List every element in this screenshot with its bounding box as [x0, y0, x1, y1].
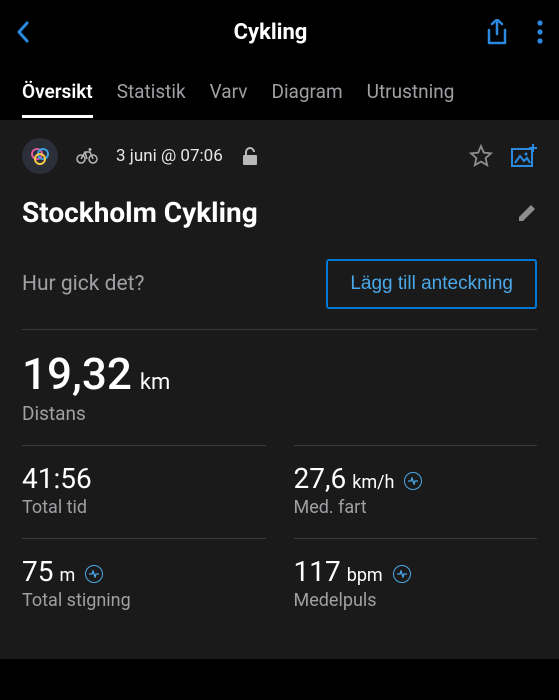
info-badge[interactable] [393, 565, 411, 583]
hero-stat: 19,32 km Distans [22, 348, 537, 425]
pulse-icon [408, 477, 418, 485]
tab-varv[interactable]: Varv [210, 66, 248, 117]
distance-value: 19,32 [22, 348, 132, 400]
header-actions [485, 19, 543, 45]
tab-statistik[interactable]: Statistik [117, 66, 186, 117]
tab-utrustning[interactable]: Utrustning [367, 66, 455, 117]
stat-grid: 41:56 Total tid 27,6 km/h Med. fart 75 m… [22, 445, 537, 631]
info-badge[interactable] [85, 565, 103, 583]
stat-unit: bpm [347, 565, 383, 586]
stat-elevation: 75 m Total stigning [22, 538, 266, 631]
stat-total-time: 41:56 Total tid [22, 445, 266, 538]
star-icon [469, 144, 493, 168]
share-button[interactable] [485, 19, 509, 45]
privacy-button[interactable] [241, 146, 259, 166]
hero-value: 19,32 km [22, 348, 537, 400]
stat-avg-hr: 117 bpm Medelpuls [294, 538, 538, 631]
activity-date: 3 juni @ 07:06 [116, 146, 223, 166]
page-title: Cykling [56, 20, 485, 45]
overview-panel: 3 juni @ 07:06 Stockholm Cykling [0, 120, 559, 659]
activity-rings-badge[interactable] [22, 138, 58, 174]
meta-row: 3 juni @ 07:06 [22, 138, 537, 174]
note-prompt: Hur gick det? [22, 272, 144, 296]
back-button[interactable] [16, 20, 56, 44]
stat-value: 117 [294, 555, 341, 588]
edit-title-button[interactable] [517, 203, 537, 223]
stat-label: Total tid [22, 497, 266, 518]
stat-label: Total stigning [22, 590, 266, 611]
tabs: Översikt Statistik Varv Diagram Utrustni… [0, 64, 559, 120]
pulse-icon [397, 570, 407, 578]
stat-label: Med. fart [294, 497, 538, 518]
pencil-icon [517, 203, 537, 223]
stat-value: 27,6 [294, 462, 347, 495]
stat-value: 75 [22, 555, 53, 588]
distance-label: Distans [22, 402, 537, 425]
more-button[interactable] [537, 20, 543, 44]
add-note-button[interactable]: Lägg till anteckning [326, 259, 537, 309]
title-row: Stockholm Cykling [22, 196, 537, 229]
stat-value: 41:56 [22, 462, 92, 495]
info-badge[interactable] [404, 472, 422, 490]
tab-oversikt[interactable]: Översikt [22, 66, 93, 117]
share-icon [485, 19, 509, 45]
more-vertical-icon [537, 20, 543, 44]
favorite-button[interactable] [469, 144, 493, 168]
distance-unit: km [140, 370, 170, 395]
stat-unit: km/h [352, 472, 394, 493]
stat-label: Medelpuls [294, 590, 538, 611]
stat-unit: m [59, 565, 75, 586]
header: Cykling [0, 0, 559, 64]
note-row: Hur gick det? Lägg till anteckning [22, 259, 537, 309]
pulse-icon [89, 570, 99, 578]
add-image-icon [511, 144, 537, 168]
divider [22, 329, 537, 330]
activity-title: Stockholm Cykling [22, 196, 258, 229]
rings-icon [29, 145, 51, 167]
unlock-icon [241, 146, 259, 166]
add-photo-button[interactable] [511, 144, 537, 168]
stat-avg-speed: 27,6 km/h Med. fart [294, 445, 538, 538]
chevron-left-icon [16, 20, 30, 44]
cycling-icon [76, 148, 98, 164]
tab-diagram[interactable]: Diagram [271, 66, 342, 117]
